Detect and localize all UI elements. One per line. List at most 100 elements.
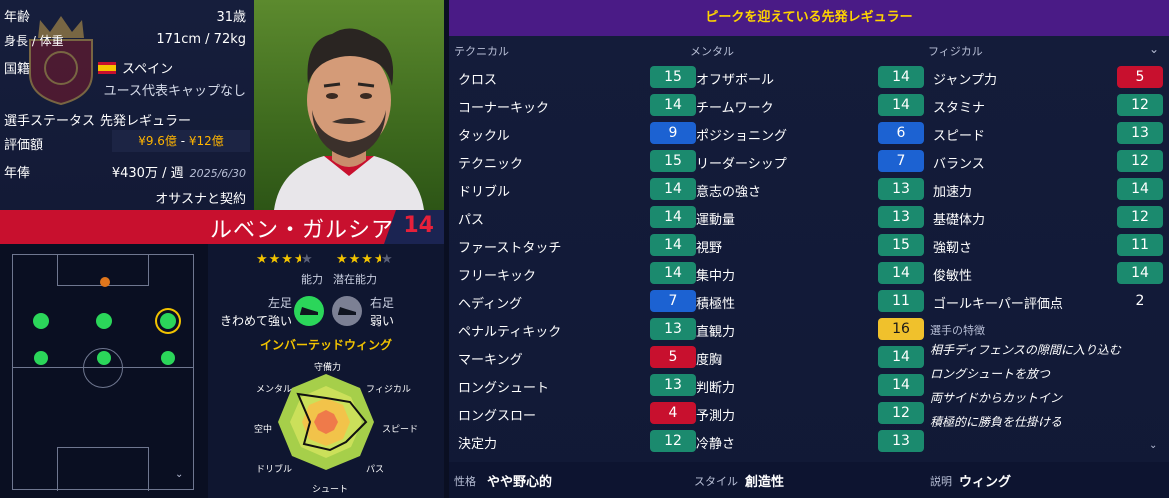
attribute-value-badge: 15	[878, 234, 924, 256]
personality-bar: 性格 やや野心的 スタイル 創造性 説明 ウィング	[449, 462, 1169, 498]
attribute-value-badge: 5	[650, 346, 696, 368]
technical-attribute-row[interactable]: ロングシュート 13	[458, 374, 696, 396]
attribute-value-badge: 12	[650, 430, 696, 452]
mental-attribute-row[interactable]: 運動量 13	[696, 206, 934, 228]
physical-attribute-row[interactable]: 俊敏性 14	[933, 262, 1169, 284]
transfer-value: ¥9.6億 - ¥12億	[112, 130, 250, 152]
physical-attribute-row[interactable]: バランス 12	[933, 150, 1169, 172]
position-dot-center-mid[interactable]	[97, 351, 111, 365]
physical-attribute-row[interactable]: 加速力 14	[933, 178, 1169, 200]
attribute-value-badge: 2	[1135, 293, 1145, 309]
mental-attribute-row[interactable]: 直観力 16	[696, 318, 934, 340]
technical-attribute-row[interactable]: マーキング 5	[458, 346, 696, 368]
mental-attribute-row[interactable]: 判断力 14	[696, 374, 934, 396]
personality-value[interactable]: やや野心的	[487, 471, 552, 490]
mental-attribute-row[interactable]: リーダーシップ 7	[696, 150, 934, 172]
player-name: ルベン・ガルシア	[210, 218, 395, 243]
technical-attribute-row[interactable]: テクニック 15	[458, 150, 696, 172]
description-value[interactable]: ウィング	[959, 471, 1011, 490]
description-label: 説明	[930, 475, 952, 488]
technical-attribute-row[interactable]: コーナーキック 14	[458, 94, 696, 116]
position-dot-left-mid[interactable]	[34, 351, 48, 365]
style-label: スタイル	[694, 475, 738, 488]
technical-attribute-row[interactable]: ヘディング 7	[458, 290, 696, 312]
attribute-name: ロングスロー	[458, 409, 537, 424]
player-info-panel: 年齢 31歳 身長 / 体重 171cm / 72kg 国籍 スペイン ユース代…	[0, 0, 254, 210]
mental-attribute-row[interactable]: 視野 15	[696, 234, 934, 256]
physical-attribute-row[interactable]: ジャンプ力 5	[933, 66, 1169, 88]
radar-label-shooting: シュート	[312, 485, 349, 495]
player-role[interactable]: インバーテッドウィング	[208, 336, 444, 353]
technical-attribute-row[interactable]: ドリブル 14	[458, 178, 696, 200]
attribute-name: 決定力	[458, 437, 498, 452]
position-pitch[interactable]: ⌄	[0, 244, 208, 498]
attribute-name: ポジショニング	[696, 129, 788, 144]
attribute-name: ペナルティキック	[458, 325, 562, 340]
attributes-panel: ピークを迎えている先発レギュラー テクニカル メンタル フィジカル ⌄ クロス 1…	[449, 0, 1169, 498]
personality-label: 性格	[454, 475, 476, 488]
mental-attribute-row[interactable]: チームワーク 14	[696, 94, 934, 116]
wage-label: 年俸	[4, 166, 31, 181]
attribute-name: テクニック	[458, 157, 524, 172]
position-dot-left-am[interactable]	[33, 313, 49, 329]
position-dot-right-mid[interactable]	[161, 351, 175, 365]
mental-attribute-row[interactable]: オフザボール 14	[696, 66, 934, 88]
player-summary-panel: ★★★★★ ★★★★★ 能力 潜在能力 左足 きわめて強い 右足 弱い インバー…	[208, 244, 444, 498]
physical-attribute-row[interactable]: スピード 13	[933, 122, 1169, 144]
trait-item[interactable]: ロングシュートを放つ	[930, 365, 1050, 382]
position-dot-right-am-selected[interactable]	[160, 313, 176, 329]
physical-attribute-row[interactable]: 強靭さ 11	[933, 234, 1169, 256]
attribute-name: 判断力	[696, 381, 736, 396]
physical-attribute-row[interactable]: ゴールキーパー評価点 2	[933, 290, 1169, 312]
mental-attribute-row[interactable]: 予測力 12	[696, 402, 934, 424]
mental-attribute-row[interactable]: 冷静さ 13	[696, 430, 934, 452]
trait-item[interactable]: 積極的に勝負を仕掛ける	[930, 413, 1062, 430]
technical-attribute-row[interactable]: フリーキック 14	[458, 262, 696, 284]
nationality-label: 国籍	[4, 62, 31, 77]
attributes-options-chevron-icon[interactable]: ⌄	[1149, 42, 1159, 56]
traits-expand-chevron-icon[interactable]: ⌄	[1149, 440, 1157, 451]
nationality-row[interactable]: 国籍 スペイン	[0, 56, 254, 78]
mental-attribute-row[interactable]: 積極性 11	[696, 290, 934, 312]
attribute-value-badge: 14	[650, 94, 696, 116]
attribute-name: ドリブル	[458, 185, 511, 200]
style-value[interactable]: 創造性	[745, 471, 784, 490]
attribute-name: 度胸	[696, 353, 723, 368]
mental-attribute-row[interactable]: ポジショニング 6	[696, 122, 934, 144]
technical-attribute-row[interactable]: タックル 9	[458, 122, 696, 144]
status-row: 選手ステータス 先発レギュラー	[0, 108, 254, 130]
status-banner: ピークを迎えている先発レギュラー	[449, 0, 1169, 36]
mental-attribute-row[interactable]: 度胸 14	[696, 346, 934, 368]
attribute-name: 強靭さ	[933, 241, 973, 256]
contract-club: オサスナと契約	[155, 192, 246, 207]
attribute-value-badge: 16	[878, 318, 924, 340]
age-row: 年齢 31歳	[0, 4, 254, 26]
pitch-expand-chevron-icon[interactable]: ⌄	[175, 469, 183, 480]
technical-attribute-row[interactable]: ロングスロー 4	[458, 402, 696, 424]
contract-row[interactable]: オサスナと契約	[0, 186, 254, 208]
attribute-name: ヘディング	[458, 297, 523, 312]
position-dot-forward[interactable]	[100, 277, 110, 287]
right-boot-icon	[332, 296, 362, 326]
player-profile-screen: 年齢 31歳 身長 / 体重 171cm / 72kg 国籍 スペイン ユース代…	[0, 0, 1169, 498]
pitch-field: ⌄	[12, 254, 194, 491]
attribute-name: タックル	[458, 129, 510, 144]
technical-attribute-row[interactable]: 決定力 12	[458, 430, 696, 452]
mental-attribute-row[interactable]: 意志の強さ 13	[696, 178, 934, 200]
technical-attribute-row[interactable]: クロス 15	[458, 66, 696, 88]
position-dot-center-am[interactable]	[96, 313, 112, 329]
height-weight-value: 171cm / 72kg	[156, 32, 246, 47]
attribute-name: 基礎体力	[933, 213, 986, 228]
trait-item[interactable]: 相手ディフェンスの隙間に入り込む	[930, 341, 1121, 358]
attribute-value-badge: 12	[878, 402, 924, 424]
trait-item[interactable]: 両サイドからカットイン	[930, 389, 1062, 406]
attribute-name: バランス	[933, 157, 985, 172]
technical-attribute-row[interactable]: ペナルティキック 13	[458, 318, 696, 340]
attribute-name: ジャンプ力	[933, 73, 997, 88]
attribute-value-badge: 14	[1117, 262, 1163, 284]
technical-attribute-row[interactable]: ファーストタッチ 14	[458, 234, 696, 256]
physical-attribute-row[interactable]: 基礎体力 12	[933, 206, 1169, 228]
physical-attribute-row[interactable]: スタミナ 12	[933, 94, 1169, 116]
mental-attribute-row[interactable]: 集中力 14	[696, 262, 934, 284]
technical-attribute-row[interactable]: パス 14	[458, 206, 696, 228]
